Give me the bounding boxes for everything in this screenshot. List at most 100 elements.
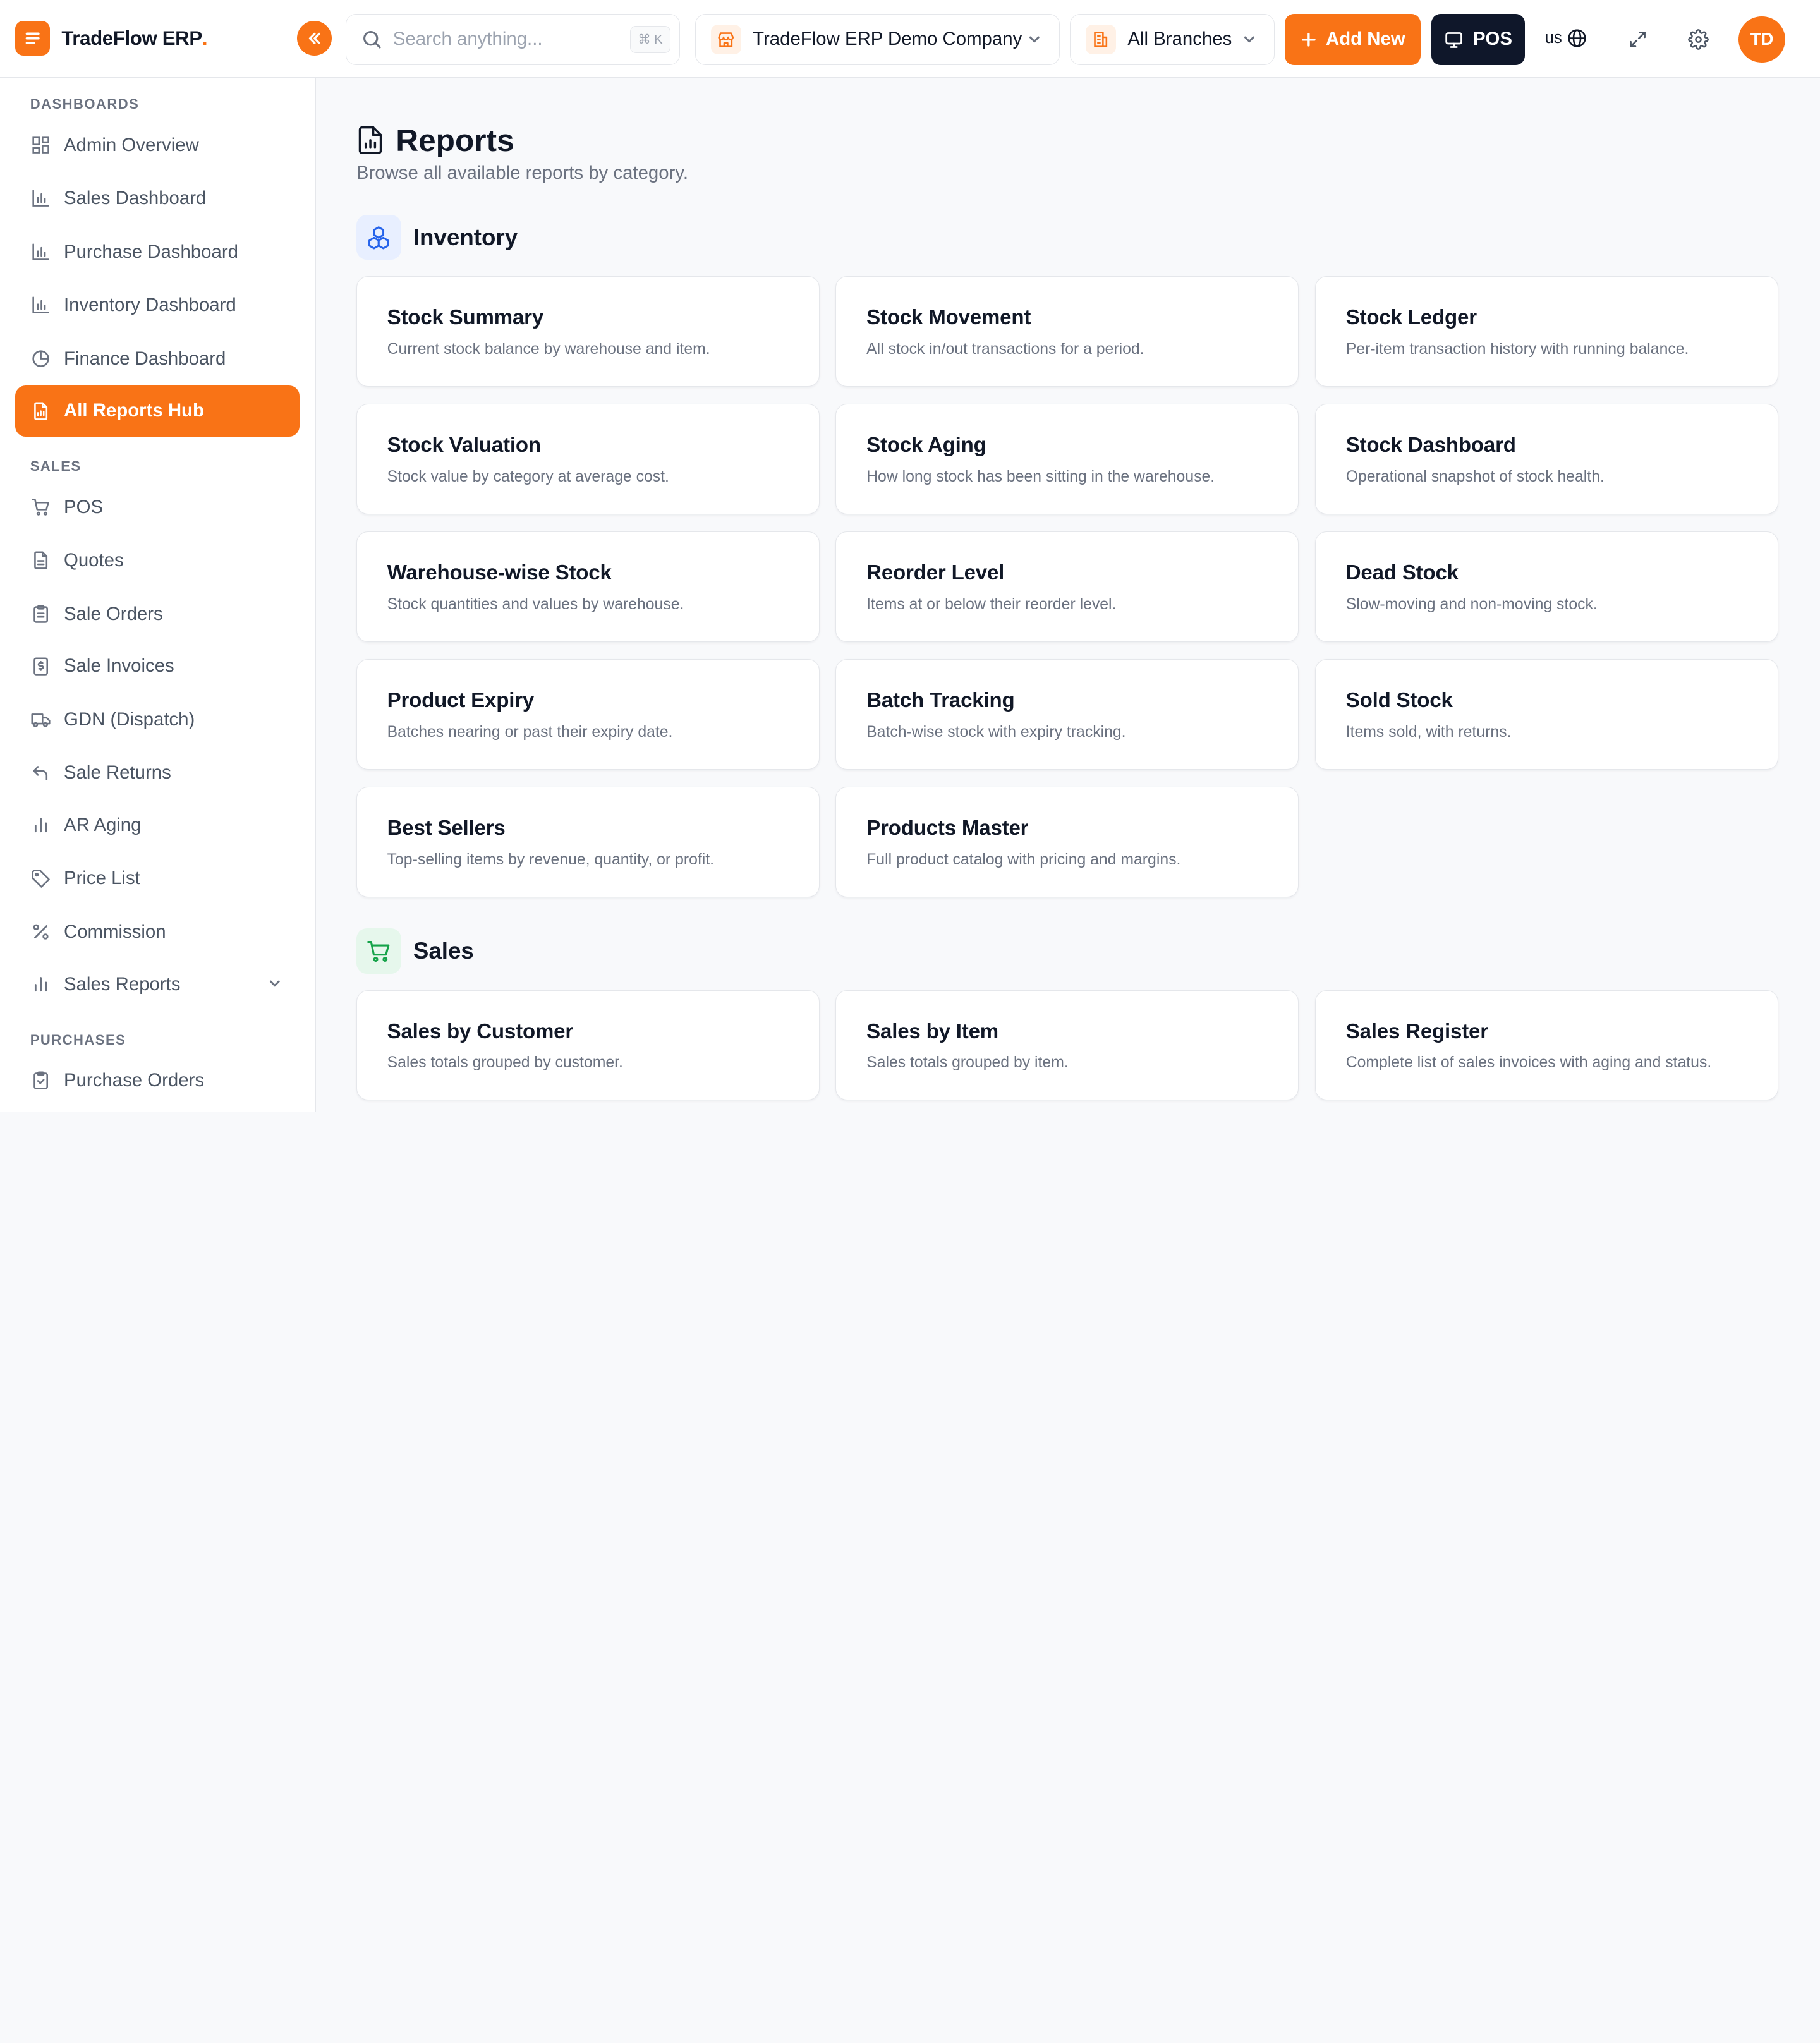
report-card-stock-aging[interactable]: Stock Aging How long stock has been sitt… (835, 404, 1299, 514)
search-box[interactable]: Search anything... ⌘ K (346, 14, 681, 65)
sidebar-item-gdn-dispatch[interactable]: GDN (Dispatch) (15, 694, 300, 745)
report-card-product-expiry[interactable]: Product Expiry Batches nearing or past t… (356, 659, 820, 770)
report-card-stock-movement[interactable]: Stock Movement All stock in/out transact… (835, 276, 1299, 387)
monitor-icon (1445, 32, 1462, 48)
category-sales-header: Sales (356, 928, 474, 974)
bar-chart-icon (30, 974, 51, 995)
report-title: Stock Valuation (387, 433, 542, 458)
report-description: Sales totals grouped by customer. (387, 1054, 623, 1072)
bar-chart-icon (30, 815, 51, 835)
sidebar-item-label: Sale Invoices (64, 655, 174, 677)
user-avatar[interactable]: TD (1738, 16, 1785, 63)
branch-name: All Branches (1127, 28, 1232, 50)
report-description: All stock in/out transactions for a peri… (866, 340, 1144, 358)
sidebar-item-label: Sale Returns (64, 762, 171, 784)
sidebar-item-all-reports-hub[interactable]: All Reports Hub (15, 385, 300, 437)
building-icon (1086, 24, 1117, 55)
report-title: Best Sellers (387, 816, 506, 840)
report-description: Slow-moving and non-moving stock. (1345, 595, 1598, 613)
gear-icon (1687, 29, 1709, 50)
sidebar-item-label: POS (64, 496, 104, 518)
sidebar-item-label: Sales Dashboard (64, 188, 207, 209)
sidebar-item-sales-dashboard[interactable]: Sales Dashboard (15, 173, 300, 224)
report-description: Operational snapshot of stock health. (1345, 468, 1605, 485)
sidebar-item-ar-aging[interactable]: AR Aging (15, 799, 300, 851)
document-icon (30, 550, 51, 571)
add-new-label: Add New (1326, 28, 1405, 50)
report-card-sales-by-customer[interactable]: Sales by Customer Sales totals grouped b… (356, 990, 820, 1101)
settings-button[interactable] (1687, 28, 1710, 51)
pos-button[interactable]: POS (1431, 14, 1526, 65)
grid-icon (30, 135, 51, 155)
company-selector[interactable]: TradeFlow ERP Demo Company (695, 14, 1060, 65)
sidebar-item-purchase-dashboard[interactable]: Purchase Dashboard (15, 226, 300, 277)
chevron-down-icon (1029, 36, 1040, 43)
report-description: Full product catalog with pricing and ma… (866, 851, 1181, 868)
double-chevron-left-icon (308, 32, 320, 44)
sidebar-item-quotes[interactable]: Quotes (15, 535, 300, 586)
boxes-icon (356, 214, 402, 260)
report-title: Sales by Item (866, 1019, 999, 1043)
sidebar-item-label: GDN (Dispatch) (64, 708, 195, 730)
report-description: Sales totals grouped by item. (866, 1054, 1069, 1072)
sidebar-item-sale-returns[interactable]: Sale Returns (15, 748, 300, 799)
pos-label: POS (1472, 28, 1512, 50)
report-description: Stock value by category at average cost. (387, 468, 669, 485)
report-card-stock-valuation[interactable]: Stock Valuation Stock value by category … (356, 404, 820, 514)
report-description: Per-item transaction history with runnin… (1345, 340, 1689, 358)
main-content: Reports Browse all available reports by … (316, 78, 1820, 1112)
sidebar-item-pos[interactable]: POS (15, 482, 300, 533)
top-bar: TradeFlow ERP. Search anything... ⌘ K Tr… (0, 0, 1820, 78)
report-card-stock-dashboard[interactable]: Stock Dashboard Operational snapshot of … (1314, 404, 1778, 514)
report-description: Top-selling items by revenue, quantity, … (387, 851, 715, 868)
sidebar-item-label: Price List (64, 868, 140, 889)
pie-chart-icon (30, 348, 51, 369)
sidebar-item-inventory-dashboard[interactable]: Inventory Dashboard (15, 280, 300, 331)
collapse-sidebar-button[interactable] (297, 21, 332, 56)
category-title: Inventory (413, 224, 518, 250)
sidebar-item-admin-overview[interactable]: Admin Overview (15, 119, 300, 171)
sidebar-item-label: All Reports Hub (64, 400, 204, 421)
report-card-sales-by-item[interactable]: Sales by Item Sales totals grouped by it… (835, 990, 1299, 1101)
page-header: Reports (356, 122, 514, 159)
report-title: Stock Movement (866, 306, 1031, 330)
sidebar-item-purchase-orders[interactable]: Purchase Orders (15, 1055, 300, 1106)
report-card-products-master[interactable]: Products Master Full product catalog wit… (835, 787, 1299, 897)
fullscreen-button[interactable] (1626, 28, 1649, 51)
report-description: Items at or below their reorder level. (866, 595, 1117, 613)
branch-selector[interactable]: All Branches (1070, 14, 1275, 65)
sidebar-item-sales-reports[interactable]: Sales Reports (15, 959, 300, 1010)
report-card-sales-register[interactable]: Sales Register Complete list of sales in… (1314, 990, 1778, 1101)
report-card-stock-summary[interactable]: Stock Summary Current stock balance by w… (356, 276, 820, 387)
report-card-dead-stock[interactable]: Dead Stock Slow-moving and non-moving st… (1314, 531, 1778, 642)
report-card-stock-ledger[interactable]: Stock Ledger Per-item transaction histor… (1314, 276, 1778, 387)
sidebar-section-dashboards: DASHBOARDS (30, 96, 140, 112)
page-title: Reports (396, 122, 514, 158)
sidebar-item-label: Inventory Dashboard (64, 294, 236, 316)
report-card-warehouse-wise-stock[interactable]: Warehouse-wise Stock Stock quantities an… (356, 531, 820, 642)
search-shortcut-badge: ⌘ K (630, 26, 670, 53)
report-description: Stock quantities and values by warehouse… (387, 595, 684, 613)
report-card-sold-stock[interactable]: Sold Stock Items sold, with returns. (1314, 659, 1778, 770)
clipboard-icon (30, 1070, 51, 1091)
sidebar-item-commission[interactable]: Commission (15, 906, 300, 957)
report-title: Batch Tracking (866, 689, 1015, 713)
search-input[interactable]: Search anything... (393, 28, 543, 50)
report-card-reorder-level[interactable]: Reorder Level Items at or below their re… (835, 531, 1299, 642)
report-card-batch-tracking[interactable]: Batch Tracking Batch-wise stock with exp… (835, 659, 1299, 770)
report-title: Dead Stock (1345, 561, 1459, 585)
report-card-best-sellers[interactable]: Best Sellers Top-selling items by revenu… (356, 787, 820, 897)
report-title: Sales Register (1345, 1019, 1488, 1043)
sidebar-item-finance-dashboard[interactable]: Finance Dashboard (15, 333, 300, 384)
sidebar-item-sale-invoices[interactable]: Sale Invoices (15, 641, 300, 692)
brand-name: TradeFlow ERP (61, 27, 202, 49)
report-description: How long stock has been sitting in the w… (866, 468, 1215, 485)
bar-chart-icon (30, 241, 51, 262)
sidebar-item-price-list[interactable]: Price List (15, 853, 300, 904)
add-new-button[interactable]: Add New (1285, 14, 1421, 65)
language-selector[interactable]: us (1545, 28, 1588, 49)
report-title: Sales by Customer (387, 1019, 574, 1043)
cart-icon (356, 928, 402, 974)
brand[interactable]: TradeFlow ERP. (15, 21, 208, 56)
sidebar-item-sale-orders[interactable]: Sale Orders (15, 588, 300, 640)
